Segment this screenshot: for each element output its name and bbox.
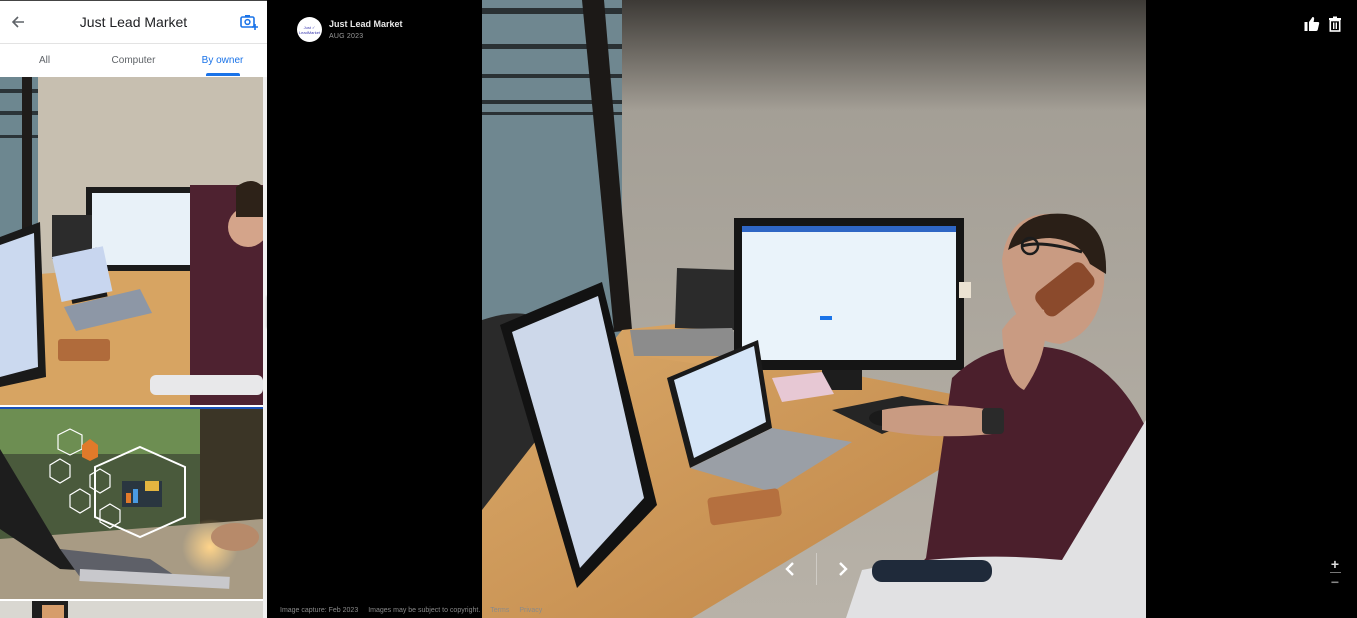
office-desk-image (0, 77, 263, 405)
tab-by-owner[interactable]: By owner (178, 44, 267, 77)
owner-name[interactable]: Just Lead Market (329, 19, 403, 29)
office-desk-photo (482, 0, 1146, 618)
back-button[interactable] (8, 12, 28, 32)
arrow-left-icon (11, 16, 24, 28)
thumbs-up-icon (1304, 17, 1320, 31)
terms-link[interactable]: Terms (490, 607, 509, 614)
trash-icon (1329, 16, 1341, 32)
photo-navigation (777, 553, 856, 585)
digital-marketing-image (0, 409, 263, 599)
chevron-left-icon (785, 562, 794, 576)
owner-avatar-text-2: LeadMarket (298, 29, 321, 35)
tab-computer[interactable]: Computer (89, 44, 178, 77)
next-photo-button[interactable] (830, 554, 856, 584)
like-button[interactable] (1304, 16, 1320, 32)
panel-header: Just Lead Market (0, 1, 267, 44)
zoom-in-button[interactable]: + (1327, 557, 1343, 571)
owner-info[interactable]: Just ✓ LeadMarket Just Lead Market AUG 2… (297, 17, 403, 42)
photos-panel: Just Lead Market All Computer By owner (0, 0, 267, 618)
nav-divider (816, 553, 817, 585)
photo-actions (1304, 16, 1343, 32)
thumbnail-office[interactable] (0, 601, 263, 618)
chevron-right-icon (839, 562, 848, 576)
office-image (0, 601, 263, 618)
thumbnail-digital-marketing[interactable] (0, 407, 263, 599)
zoom-out-button[interactable]: − (1327, 575, 1343, 589)
photo-footer: Image capture: Feb 2023 Images may be su… (280, 607, 542, 614)
panel-title: Just Lead Market (79, 14, 188, 30)
zoom-controls: + − (1327, 557, 1343, 589)
copyright-notice: Images may be subject to copyright. (368, 607, 481, 614)
previous-photo-button[interactable] (777, 554, 803, 584)
zoom-divider (1329, 572, 1341, 573)
tab-all[interactable]: All (0, 44, 89, 77)
owner-avatar[interactable]: Just ✓ LeadMarket (297, 17, 322, 42)
add-photo-camera-icon (240, 15, 258, 30)
image-capture-date: Image capture: Feb 2023 (280, 607, 359, 614)
main-photo[interactable] (482, 0, 1146, 618)
panel-tabs: All Computer By owner (0, 44, 267, 77)
privacy-link[interactable]: Privacy (519, 607, 542, 614)
thumbnail-office-desk[interactable] (0, 77, 263, 405)
delete-button[interactable] (1327, 16, 1343, 32)
thumbnail-list (0, 77, 263, 618)
photo-viewer-app: Just Lead Market All Computer By owner J… (0, 0, 1357, 618)
photo-date: AUG 2023 (329, 33, 364, 40)
add-photo-button[interactable] (239, 12, 259, 32)
photo-viewer: Just ✓ LeadMarket Just Lead Market AUG 2… (267, 0, 1357, 618)
